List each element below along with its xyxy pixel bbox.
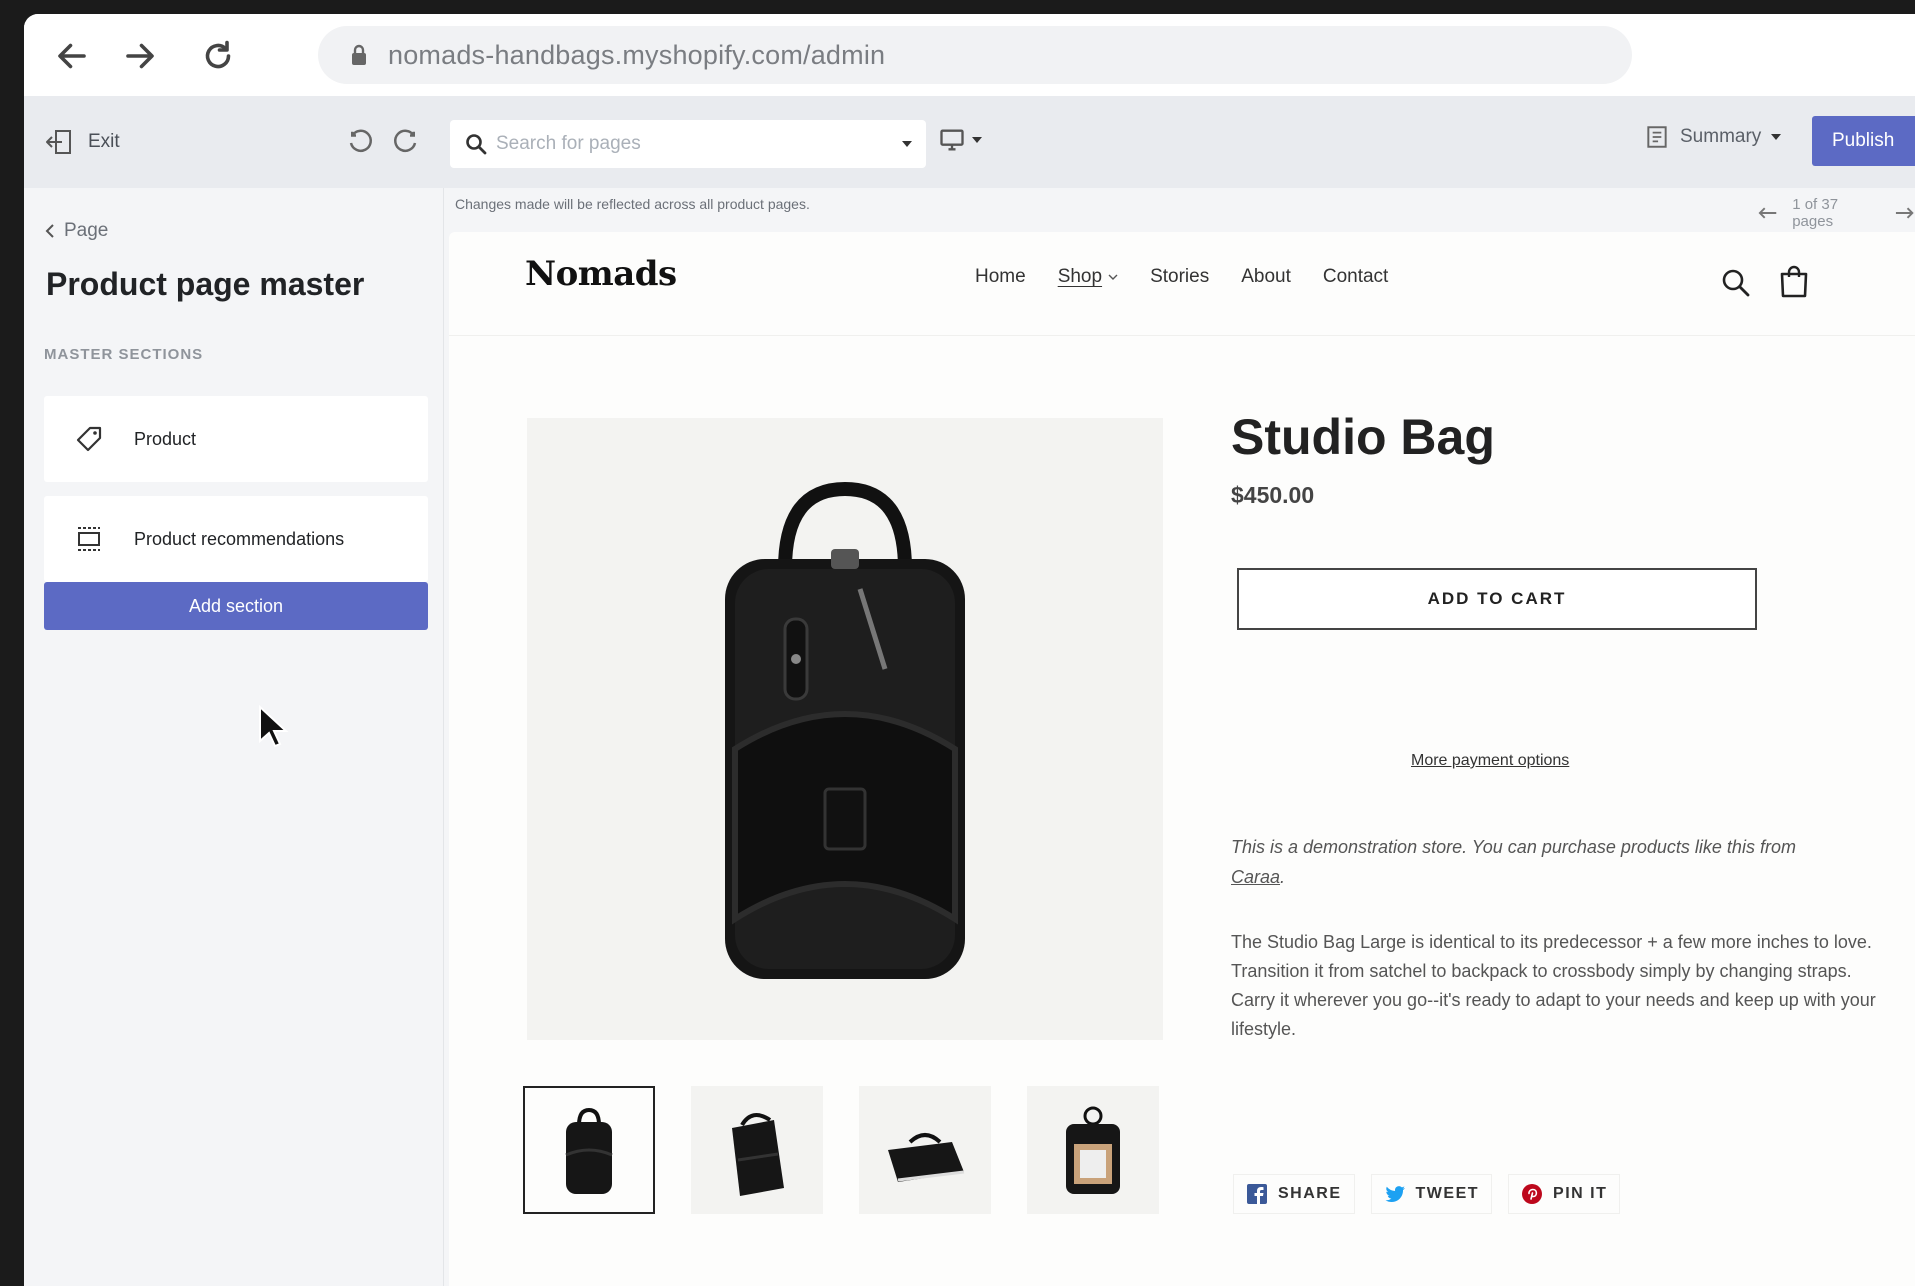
undo-icon[interactable] bbox=[346, 128, 376, 158]
chevron-down-icon bbox=[1108, 274, 1118, 280]
section-label: Product bbox=[134, 428, 197, 449]
recommendations-icon bbox=[78, 527, 100, 551]
chevron-down-icon bbox=[972, 137, 982, 143]
forward-arrow-icon[interactable] bbox=[120, 36, 160, 76]
pinterest-share-button[interactable]: PIN IT bbox=[1508, 1174, 1621, 1214]
demo-text-prefix: This is a demonstration store. You can p… bbox=[1231, 837, 1796, 857]
page-title: Product page master bbox=[46, 266, 365, 302]
arrow-right-icon[interactable] bbox=[1894, 204, 1915, 222]
chevron-left-icon bbox=[45, 224, 54, 238]
store-nav: Home Shop Stories About Contact bbox=[975, 266, 1388, 288]
nav-shop-label: Shop bbox=[1057, 266, 1103, 287]
page-pager: 1 of 37 pages bbox=[1757, 196, 1915, 230]
more-payment-options-link[interactable]: More payment options bbox=[1411, 752, 1569, 770]
product-main-image[interactable] bbox=[527, 418, 1163, 1040]
demo-notice: This is a demonstration store. You can p… bbox=[1231, 832, 1831, 892]
product-title: Studio Bag bbox=[1231, 409, 1495, 465]
duffel-thumb-icon bbox=[888, 1133, 965, 1182]
social-share-buttons: SHARE TWEET PIN IT bbox=[1233, 1174, 1621, 1214]
nav-stories[interactable]: Stories bbox=[1150, 266, 1209, 288]
product-thumbnails bbox=[523, 1086, 1159, 1214]
section-heading: MASTER SECTIONS bbox=[44, 346, 204, 363]
chevron-down-icon[interactable] bbox=[902, 141, 912, 147]
preview-notice: Changes made will be reflected across al… bbox=[455, 196, 810, 212]
product-price: $450.00 bbox=[1231, 482, 1315, 508]
arrow-left-icon[interactable] bbox=[1757, 204, 1778, 222]
nav-home[interactable]: Home bbox=[975, 266, 1026, 288]
thumbnail-1[interactable] bbox=[523, 1086, 655, 1214]
preview-info-bar: Changes made will be reflected across al… bbox=[449, 188, 1915, 232]
search-input[interactable] bbox=[496, 133, 902, 155]
summary-icon bbox=[1647, 126, 1667, 148]
browser-chrome: nomads-handbags.myshopify.com/admin bbox=[24, 14, 1915, 96]
share-label: SHARE bbox=[1278, 1185, 1342, 1202]
backpack-thumb-icon bbox=[565, 1107, 613, 1194]
exit-label: Exit bbox=[88, 131, 120, 152]
thumbnail-2[interactable] bbox=[691, 1086, 823, 1214]
url-text: nomads-handbags.myshopify.com/admin bbox=[388, 39, 886, 70]
storefront-preview: Nomads Home Shop Stories About Contact S… bbox=[449, 232, 1915, 1286]
share-label: TWEET bbox=[1415, 1185, 1480, 1202]
summary-dropdown[interactable]: Summary bbox=[1644, 124, 1782, 150]
thumbnail-3[interactable] bbox=[859, 1086, 991, 1214]
search-icon[interactable] bbox=[1721, 268, 1751, 298]
add-to-cart-button[interactable]: ADD TO CART bbox=[1237, 568, 1757, 630]
section-label: Product recommendations bbox=[134, 528, 345, 549]
pinterest-icon bbox=[1522, 1184, 1543, 1204]
reload-icon[interactable] bbox=[198, 36, 238, 76]
desktop-icon bbox=[940, 129, 964, 151]
mouse-cursor-icon bbox=[259, 704, 289, 748]
backpack-side-thumb-icon bbox=[732, 1113, 784, 1196]
nav-shop[interactable]: Shop bbox=[1058, 266, 1118, 288]
back-label: Page bbox=[64, 220, 109, 241]
sidebar: Page Product page master MASTER SECTIONS… bbox=[24, 188, 444, 1286]
share-label: PIN IT bbox=[1553, 1185, 1608, 1202]
browser-window: nomads-handbags.myshopify.com/admin Exit… bbox=[24, 14, 1915, 1286]
exit-button[interactable]: Exit bbox=[44, 126, 120, 158]
redo-icon[interactable] bbox=[390, 128, 420, 158]
lock-icon bbox=[352, 44, 366, 65]
exit-icon bbox=[46, 130, 71, 154]
store-header: Nomads Home Shop Stories About Contact bbox=[449, 232, 1915, 336]
tag-icon bbox=[76, 426, 102, 452]
back-arrow-icon[interactable] bbox=[52, 36, 92, 76]
open-bag-thumb-icon bbox=[1066, 1106, 1120, 1194]
search-icon bbox=[466, 134, 487, 155]
summary-label: Summary bbox=[1680, 126, 1762, 147]
editor-toolbar: Exit Summary Publish bbox=[24, 96, 1915, 188]
thumbnail-4[interactable] bbox=[1027, 1086, 1159, 1214]
pager-label: 1 of 37 pages bbox=[1792, 196, 1839, 230]
store-logo[interactable]: Nomads bbox=[525, 254, 677, 294]
publish-button[interactable]: Publish bbox=[1812, 116, 1915, 166]
address-bar[interactable]: nomads-handbags.myshopify.com/admin bbox=[318, 26, 1632, 84]
page-search[interactable] bbox=[450, 120, 926, 168]
twitter-share-button[interactable]: TWEET bbox=[1370, 1174, 1493, 1214]
product-description: The Studio Bag Large is identical to its… bbox=[1231, 932, 1876, 1039]
chevron-down-icon bbox=[1771, 134, 1782, 140]
nav-about[interactable]: About bbox=[1241, 266, 1291, 288]
nav-contact[interactable]: Contact bbox=[1323, 266, 1388, 288]
device-selector[interactable] bbox=[938, 126, 982, 154]
backpack-image bbox=[725, 481, 965, 979]
caraa-link[interactable]: Caraa bbox=[1231, 867, 1280, 887]
shopping-bag-icon[interactable] bbox=[1779, 264, 1809, 298]
section-item-product-recommendations[interactable]: Product recommendations bbox=[44, 496, 428, 582]
section-item-product[interactable]: Product bbox=[44, 396, 428, 482]
facebook-icon bbox=[1247, 1184, 1267, 1204]
back-to-page-link[interactable]: Page bbox=[44, 220, 108, 242]
twitter-icon bbox=[1385, 1186, 1405, 1202]
demo-text-suffix: . bbox=[1280, 867, 1286, 887]
add-section-button[interactable]: Add section bbox=[44, 582, 428, 630]
facebook-share-button[interactable]: SHARE bbox=[1233, 1174, 1355, 1214]
